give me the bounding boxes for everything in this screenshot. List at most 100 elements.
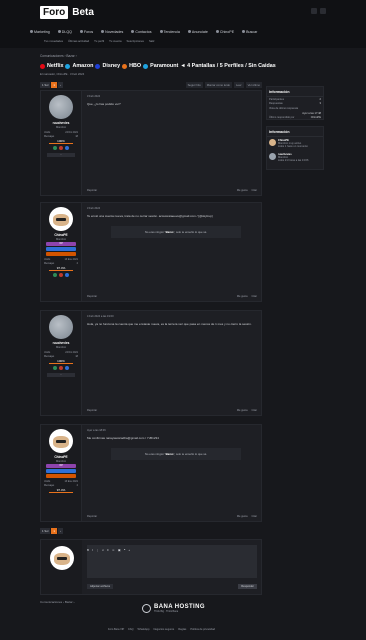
subnav-cuenta[interactable]: Tu cuenta — [109, 39, 121, 43]
last-reply-user[interactable]: ChinoPE — [311, 116, 321, 119]
subnav-novedades[interactable]: Tus novedades — [44, 39, 63, 43]
menu-icon[interactable] — [320, 8, 326, 14]
quote-button[interactable]: Citar — [252, 189, 257, 192]
report-link[interactable]: Reportar — [87, 515, 97, 518]
insert-icon[interactable]: + — [128, 548, 130, 552]
like-icon — [53, 273, 57, 278]
tool-seguir[interactable]: Seguir hilo — [185, 82, 203, 88]
page-next[interactable]: › — [57, 528, 63, 534]
nav-item-chinope[interactable]: ChinoPE — [215, 30, 234, 34]
emoji-icon[interactable]: ☺ — [112, 548, 115, 552]
user-action-button[interactable]: ··· — [47, 373, 75, 378]
sponsor-banner[interactable]: BANA HOSTING Think Big · Think Bana — [142, 604, 205, 613]
username[interactable]: ruuchevies — [53, 121, 70, 125]
report-link[interactable]: Reportar — [87, 295, 97, 298]
user-role: Miembro — [55, 346, 67, 349]
avatar[interactable] — [49, 429, 73, 453]
quote-button[interactable]: Citar — [252, 409, 257, 412]
sub-nav: Tus novedades Últimas actividad Tu perfi… — [44, 39, 155, 43]
nav-item-dlqq[interactable]: DLQQ — [57, 30, 72, 34]
subnav-perfil[interactable]: Tu perfil — [94, 39, 104, 43]
subnav-salir[interactable]: Salir — [149, 39, 155, 43]
breadcrumb[interactable]: Comunicaciones › Bazar › — [40, 54, 77, 58]
quote-button[interactable]: Citar — [252, 515, 257, 518]
footer-link[interactable]: WhatsApp — [138, 628, 150, 631]
user-action-button[interactable]: ··· — [47, 153, 75, 158]
avatar[interactable] — [49, 207, 73, 231]
user-stats: Unido 13 Ene 2021 Mensajes 2 — [44, 258, 78, 265]
footer-link[interactable]: Negocios seguros — [153, 628, 174, 631]
username[interactable]: ChinoPE — [54, 233, 67, 237]
quote-button[interactable]: Citar — [252, 295, 257, 298]
like-button[interactable]: Me gusta — [237, 515, 248, 518]
breadcrumb-bottom[interactable]: Comunicaciones › Bazar › — [40, 600, 75, 604]
avatar[interactable] — [49, 315, 73, 339]
header-actions — [311, 8, 326, 14]
marketing-badge — [46, 474, 76, 478]
post-date[interactable]: 3 Feb 2024 — [87, 95, 257, 98]
info-icon — [65, 273, 69, 278]
page-current[interactable]: 1 — [51, 528, 57, 534]
member-item[interactable]: ChinoPE Miembro muy activo Lidos 1 hace un… — [267, 137, 323, 151]
thread-tools: Seguir hilo Marcar como leído Leer Ver ú… — [185, 82, 262, 88]
tool-ultimo[interactable]: Ver último — [245, 82, 262, 88]
footer-link[interactable]: Reglas — [178, 628, 186, 631]
site-logo[interactable]: Foro Beta — [40, 4, 94, 21]
username[interactable]: ChinoPE — [54, 455, 67, 459]
member-item[interactable]: ruuchevies Miembro Lidos 21 horas a las 13… — [267, 151, 323, 165]
post-footer: Reportar Me gusta Citar — [87, 189, 257, 192]
like-button[interactable]: Me gusta — [237, 409, 248, 412]
reaction-icons — [53, 273, 69, 278]
logo-beta: Beta — [72, 7, 94, 18]
post-date[interactable]: 4 Feb 2024 a las 19:00 — [87, 315, 257, 318]
more-icon[interactable]: ⋮ — [96, 548, 99, 552]
quote-icon[interactable]: ❝ — [124, 548, 126, 552]
contactos-icon — [131, 30, 135, 33]
image-icon[interactable]: ▣ — [118, 548, 121, 552]
like-button[interactable]: Me gusta — [237, 189, 248, 192]
post-date[interactable]: Ayer a las 18:06 — [87, 429, 257, 432]
nav-item-marketing[interactable]: Marketing — [30, 30, 50, 34]
report-link[interactable]: Reportar — [87, 189, 97, 192]
nav-item-tendencia[interactable]: Tendencia — [159, 30, 180, 34]
page-label[interactable]: 1 Sol — [40, 528, 51, 534]
post-date[interactable]: 3 Feb 2024 — [87, 207, 257, 210]
post-footer: Reportar Me gusta Citar — [87, 295, 257, 298]
avatar — [269, 139, 276, 146]
like-button[interactable]: Me gusta — [237, 295, 248, 298]
avatar[interactable] — [49, 95, 73, 119]
amazon-icon — [65, 63, 71, 69]
nav-item-foros[interactable]: Foros — [79, 30, 93, 34]
list-icon[interactable]: ≡ — [107, 548, 109, 552]
page-current[interactable]: 1 — [51, 82, 57, 88]
report-link[interactable]: Reportar — [87, 409, 97, 412]
attach-button[interactable]: Adjuntar archivos — [87, 584, 114, 589]
post-footer: Reportar Me gusta Citar — [87, 409, 257, 412]
tool-marcar[interactable]: Marcar como leído — [204, 82, 232, 88]
pagination-bottom: 1 Sol 1 › — [40, 528, 63, 534]
nav-item-novedades[interactable]: Novedades — [101, 30, 123, 34]
user-icon[interactable] — [311, 8, 317, 14]
bold-icon[interactable]: B — [87, 548, 89, 552]
tool-leer[interactable]: Leer — [233, 82, 244, 88]
sponsor-tagline: Think Big · Think Bana — [154, 610, 179, 613]
italic-icon[interactable]: I — [92, 548, 93, 552]
disney-icon — [95, 63, 101, 69]
nav-item-contactos[interactable]: Contactos — [131, 30, 152, 34]
footer-link[interactable]: FAQ — [128, 628, 133, 631]
subnav-actividad[interactable]: Últimas actividad — [68, 39, 89, 43]
page-next[interactable]: › — [57, 82, 63, 88]
nav-item-buscar[interactable]: Buscar — [242, 30, 257, 34]
footer-link[interactable]: Foro Beta VIP — [108, 628, 124, 631]
page-label[interactable]: 1 Sol — [40, 82, 51, 88]
footer-links: Foro Beta VIP FAQ WhatsApp Negocios segu… — [108, 628, 215, 631]
rating-percent: 97.4% — [56, 487, 66, 492]
username[interactable]: ruuchevies — [53, 341, 70, 345]
nav-item-anunciate[interactable]: Anunciate — [187, 30, 208, 34]
footer-link[interactable]: Política de privacidad — [190, 628, 215, 631]
reaction-icons — [53, 146, 69, 151]
tendencia-icon — [159, 30, 163, 33]
link-icon[interactable]: ∞ — [102, 548, 104, 552]
subnav-suscripciones[interactable]: Suscripciones — [127, 39, 144, 43]
reply-button[interactable]: Responder — [238, 584, 257, 589]
